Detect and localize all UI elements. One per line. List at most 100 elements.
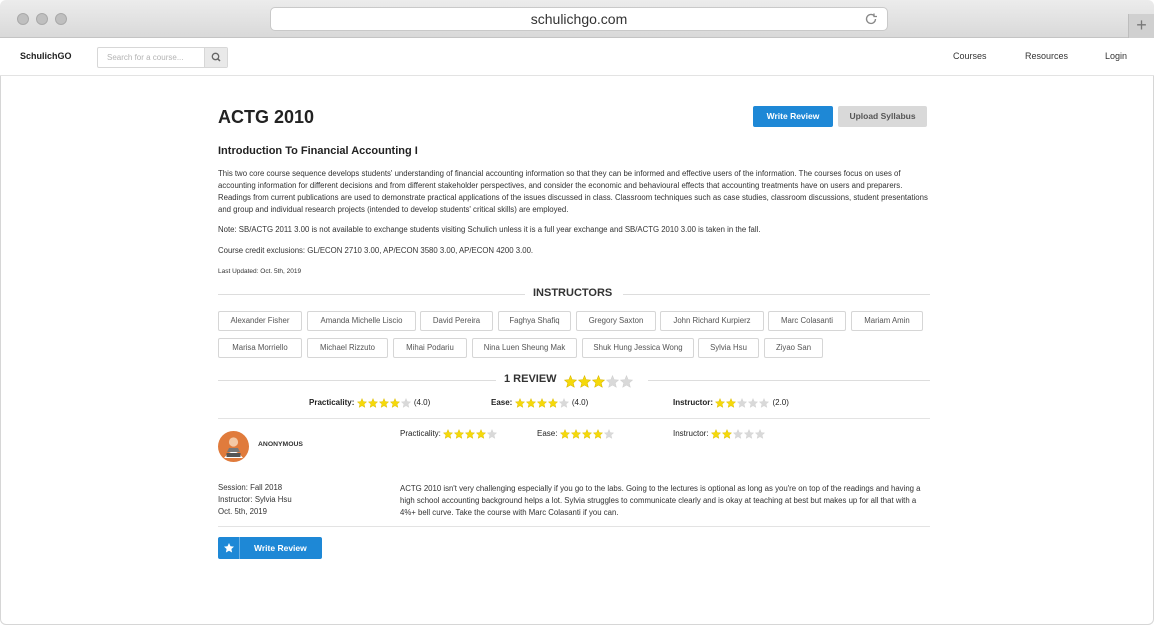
maximize-window-button[interactable] — [55, 13, 67, 25]
instructor-label: Instructor: — [673, 429, 709, 439]
star-filled-icon — [592, 375, 605, 389]
review-instructor-name: Instructor: Sylvia Hsu — [218, 495, 292, 504]
avatar — [218, 431, 249, 462]
instructor-chip[interactable]: Faghya Shafiq — [498, 311, 571, 331]
star-filled-icon — [581, 429, 592, 439]
minimize-window-button[interactable] — [36, 13, 48, 25]
search-input[interactable] — [98, 48, 205, 67]
instructor-chip[interactable]: Sylvia Hsu — [698, 338, 759, 358]
nav-link-resources[interactable]: Resources — [1025, 51, 1068, 61]
instructor-value: (2.0) — [772, 398, 789, 408]
review-session: Session: Fall 2018 — [218, 483, 283, 492]
instructors-heading: INSTRUCTORS — [218, 287, 930, 301]
search-box — [97, 47, 228, 68]
last-updated: Last Updated: Oct. 5th, 2019 — [218, 268, 302, 275]
star-filled-icon — [559, 429, 570, 439]
course-note: Note: SB/ACTG 2011 3.00 is not available… — [218, 225, 761, 234]
practicality-stars — [356, 398, 412, 408]
reviews-heading-text: 1 REVIEW — [504, 373, 557, 385]
browser-toolbar: schulichgo.com + — [0, 0, 1154, 38]
divider — [623, 294, 930, 295]
course-code: ACTG 2010 — [218, 107, 315, 127]
divider — [218, 380, 496, 381]
instructor-chip[interactable]: Nina Luen Sheung Mak — [472, 338, 577, 358]
star-filled-icon — [564, 375, 577, 389]
practicality-label: Practicality: — [400, 429, 441, 439]
search-button[interactable] — [204, 48, 227, 67]
review-text: ACTG 2010 isn't very challenging especia… — [400, 484, 921, 517]
nav-link-login[interactable]: Login — [1105, 51, 1127, 61]
instructor-chip[interactable]: Ziyao San — [764, 338, 823, 358]
star-empty-icon — [400, 398, 411, 408]
instructor-chip[interactable]: Mariam Amin — [851, 311, 923, 331]
ease-value: (4.0) — [571, 398, 589, 408]
write-review-button[interactable]: Write Review — [753, 106, 833, 127]
upload-syllabus-button[interactable]: Upload Syllabus — [838, 106, 927, 127]
star-filled-icon — [454, 429, 465, 439]
star-empty-icon — [759, 398, 770, 408]
url-text: schulichgo.com — [530, 11, 628, 27]
course-exclusions: Course credit exclusions: GL/ECON 2710 3… — [218, 246, 534, 255]
instructor-chip[interactable]: Mihai Podariu — [393, 338, 467, 358]
star-empty-icon — [620, 375, 633, 389]
star-filled-icon — [536, 398, 547, 408]
star-filled-icon — [592, 429, 603, 439]
instructor-chip[interactable]: Marisa Morriello — [218, 338, 302, 358]
star-empty-icon — [743, 429, 754, 439]
instructor-stars — [710, 429, 766, 439]
overall-rating-stars — [564, 373, 634, 391]
instructor-chip[interactable]: Shuk Hung Jessica Wong — [582, 338, 694, 358]
new-tab-button[interactable]: + — [1128, 14, 1154, 38]
instructor-chip[interactable]: Michael Rizzuto — [307, 338, 388, 358]
star-filled-icon — [715, 398, 726, 408]
star-filled-icon — [578, 375, 591, 389]
reviews-heading: 1 REVIEW — [218, 373, 930, 389]
course-title: Introduction To Financial Accounting I — [218, 145, 418, 157]
review-instructor: Instructor: — [673, 429, 766, 439]
course-description: This two core course sequence develops s… — [218, 169, 928, 214]
ease-stars — [514, 398, 570, 408]
star-empty-icon — [487, 429, 498, 439]
write-review-bottom-button[interactable]: Write Review — [218, 537, 322, 559]
ease-stars — [559, 429, 615, 439]
ease-label: Ease: — [491, 398, 513, 408]
star-empty-icon — [754, 429, 765, 439]
star-filled-icon — [443, 429, 454, 439]
instructor-chip[interactable]: David Pereira — [420, 311, 493, 331]
star-filled-icon — [378, 398, 389, 408]
ease-label: Ease: — [537, 429, 558, 439]
instructors-heading-text: INSTRUCTORS — [533, 287, 613, 299]
star-filled-icon — [726, 398, 737, 408]
review-author: ANONYMOUS — [258, 441, 303, 448]
star-filled-icon — [514, 398, 525, 408]
star-empty-icon — [558, 398, 569, 408]
instructor-chip[interactable]: John Richard Kurpierz — [660, 311, 764, 331]
star-empty-icon — [603, 429, 614, 439]
star-filled-icon — [547, 398, 558, 408]
summary-instructor: Instructor: (2.0) — [673, 398, 789, 408]
close-window-button[interactable] — [17, 13, 29, 25]
brand-logo[interactable]: SchulichGO — [20, 51, 72, 61]
practicality-stars — [443, 429, 498, 439]
instructor-chip[interactable]: Marc Colasanti — [768, 311, 846, 331]
star-icon — [218, 537, 240, 559]
star-empty-icon — [732, 429, 743, 439]
divider — [648, 380, 930, 381]
star-filled-icon — [356, 398, 367, 408]
nav-link-courses[interactable]: Courses — [953, 51, 987, 61]
instructor-stars — [715, 398, 770, 408]
instructor-chip[interactable]: Gregory Saxton — [576, 311, 656, 331]
star-filled-icon — [525, 398, 536, 408]
instructor-chip[interactable]: Amanda Michelle Liscio — [307, 311, 416, 331]
reload-icon[interactable] — [863, 11, 879, 27]
review-practicality: Practicality: — [400, 429, 498, 439]
star-filled-icon — [710, 429, 721, 439]
address-bar[interactable]: schulichgo.com — [270, 7, 888, 31]
divider — [218, 294, 525, 295]
divider — [218, 526, 930, 527]
site-navbar: SchulichGO Courses Resources Login — [0, 38, 1154, 76]
write-review-label: Write Review — [254, 543, 307, 553]
instructor-label: Instructor: — [673, 398, 713, 408]
instructor-chip[interactable]: Alexander Fisher — [218, 311, 302, 331]
practicality-value: (4.0) — [413, 398, 431, 408]
